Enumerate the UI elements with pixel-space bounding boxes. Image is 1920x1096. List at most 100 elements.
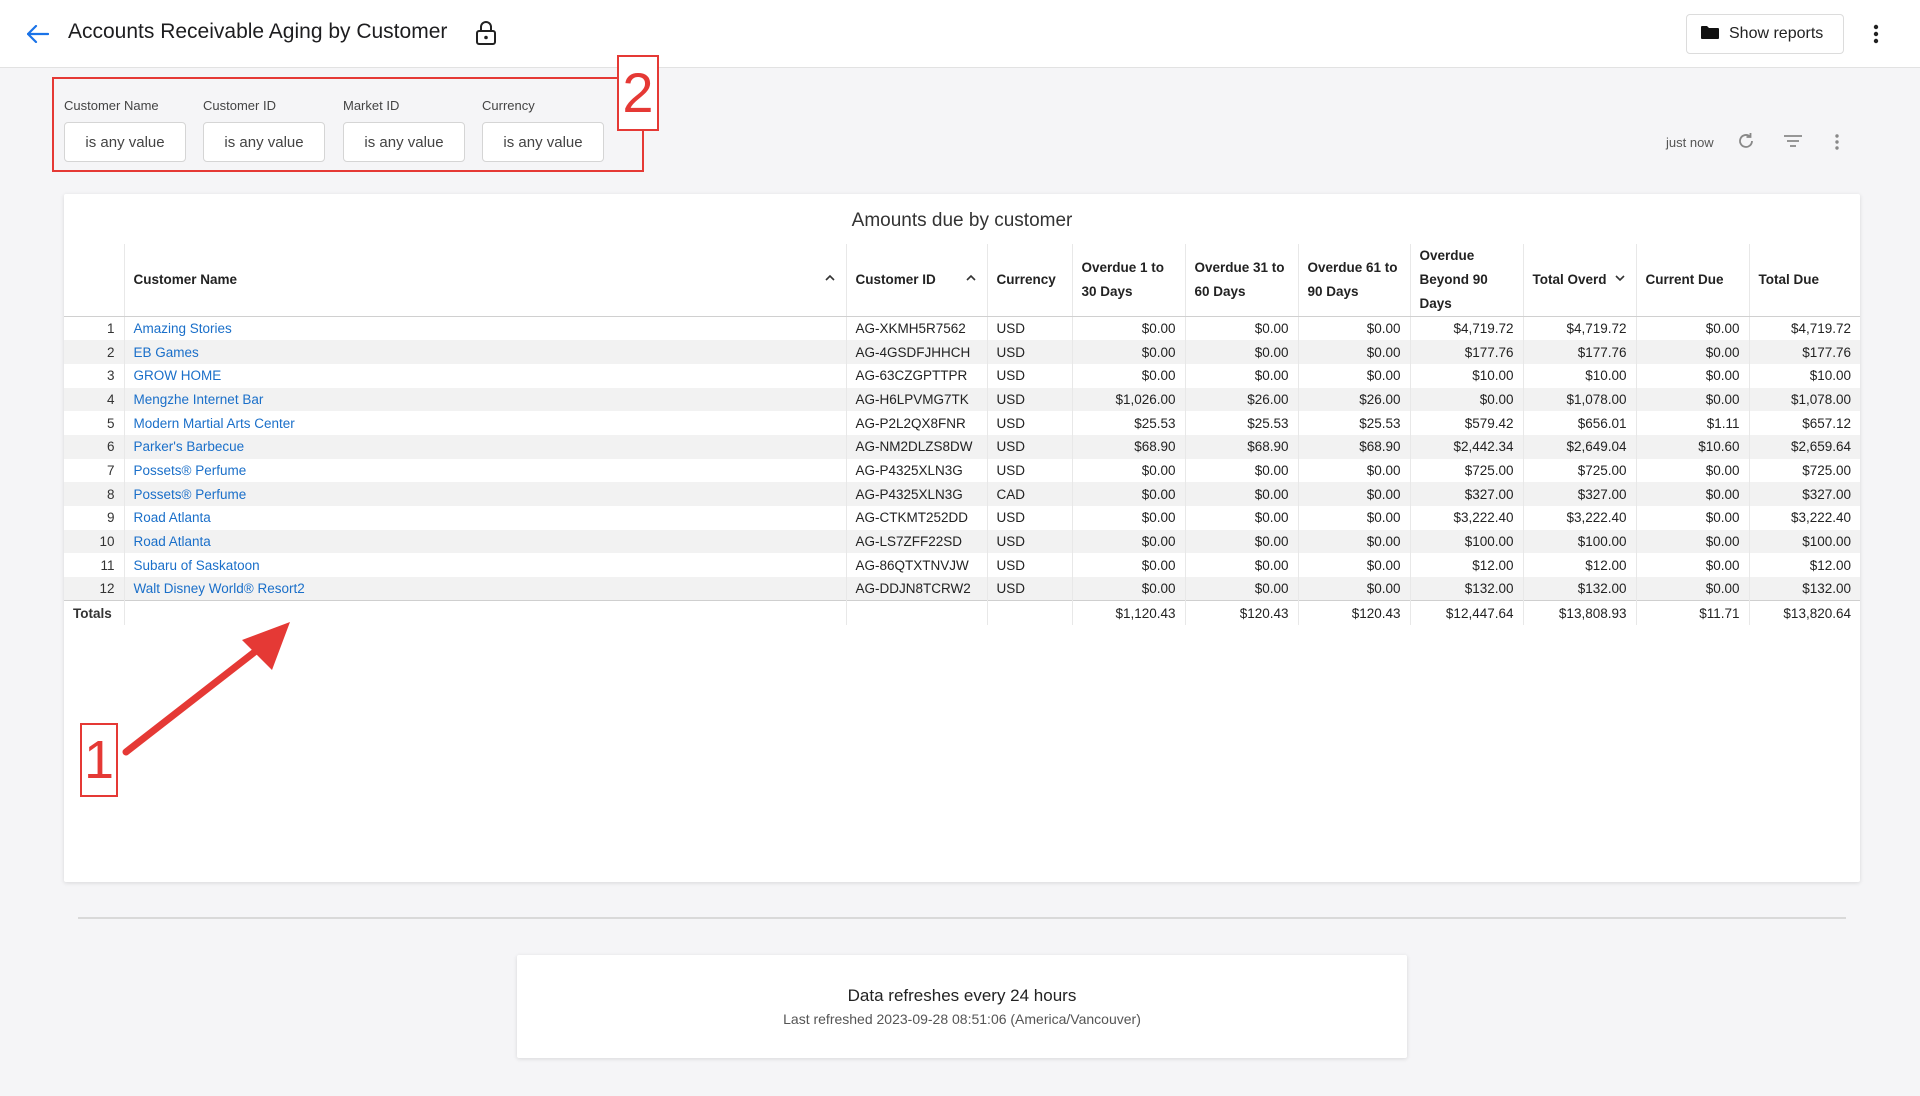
table-cell: $0.00 [1635, 340, 1749, 364]
table-cell: USD [986, 529, 1072, 554]
tile-options-icon[interactable] [1828, 131, 1846, 153]
column-header-customer-name[interactable]: Customer Name [123, 244, 846, 317]
column-header-overdue-1-30[interactable]: Overdue 1 to 30 Days [1071, 244, 1185, 317]
sort-asc-icon[interactable] [965, 272, 977, 284]
refresh-info-card: Data refreshes every 24 hours Last refre… [517, 955, 1407, 1058]
row-index: 2 [64, 340, 124, 364]
column-header-currency[interactable]: Currency [986, 244, 1072, 317]
customer-name-link[interactable]: Amazing Stories [123, 316, 846, 341]
customer-name-link[interactable]: EB Games [123, 340, 846, 364]
table-row: 9 Road Atlanta AG-CTKMT252DD USD $0.00 $0.00 $… [64, 506, 1860, 530]
column-header-total-overdue[interactable]: Total Overd [1522, 244, 1636, 317]
sort-asc-icon[interactable] [824, 272, 836, 284]
totals-cell [986, 600, 1072, 625]
table-cell: $0.00 [1071, 577, 1185, 601]
table-cell: $725.00 [1409, 458, 1523, 483]
table-row: 10 Road Atlanta AG-LS7ZFF22SD USD $0.00 $0.00… [64, 529, 1860, 554]
refresh-icon[interactable] [1736, 131, 1758, 153]
column-header-customer-id[interactable]: Customer ID [845, 244, 987, 317]
row-index: 9 [106, 510, 115, 526]
customer-name-link[interactable]: Subaru of Saskatoon [123, 553, 846, 578]
filter-customer-id: Customer ID is any value [203, 98, 325, 162]
table-cell: $0.00 [1297, 553, 1410, 578]
table-cell: $327.00 [1748, 482, 1860, 506]
customer-name-link[interactable]: Mengzhe Internet Bar [123, 387, 846, 412]
customer-name-link[interactable]: Walt Disney World® Resort2 [123, 577, 846, 601]
column-header-total-due[interactable]: Total Due [1748, 244, 1860, 317]
column-header-overdue-31-60[interactable]: Overdue 31 to 60 Days [1184, 244, 1298, 317]
table-cell: $1,026.00 [1071, 387, 1185, 412]
table-row: 3 GROW HOME AG-63CZGPTTPR USD $0.00 $0.00 $0.0… [64, 363, 1860, 388]
folder-icon [1701, 25, 1719, 44]
filter-customer-name: Customer Name is any value [64, 98, 186, 162]
table-cell: $12.00 [1522, 553, 1636, 578]
customer-name-link[interactable]: Possets® Perfume [123, 458, 846, 483]
sort-desc-icon[interactable] [1614, 272, 1626, 284]
table-cell: $0.00 [1297, 529, 1410, 554]
table-cell: $68.90 [1071, 434, 1185, 459]
customer-name-link[interactable]: Modern Martial Arts Center [123, 411, 846, 435]
table-cell: $0.00 [1184, 506, 1298, 530]
table-cell: $177.76 [1748, 340, 1860, 364]
filter-market-id: Market ID is any value [343, 98, 465, 162]
row-index: 11 [100, 557, 115, 573]
back-arrow-icon[interactable] [22, 18, 54, 50]
table-cell: $0.00 [1635, 553, 1749, 578]
table-cell: $1,078.00 [1748, 387, 1860, 412]
table-cell: $10.00 [1748, 363, 1860, 388]
show-reports-button[interactable]: Show reports [1686, 14, 1844, 54]
annotation-label-2: 2 [617, 55, 659, 131]
table-cell: $2,649.04 [1522, 434, 1636, 459]
customer-name-link[interactable]: Road Atlanta [123, 506, 846, 530]
totals-cell: $11.71 [1635, 600, 1749, 625]
table-cell: $0.00 [1184, 529, 1298, 554]
filter-label: Currency [482, 98, 535, 113]
filter-customer-name-button[interactable]: is any value [64, 122, 186, 162]
totals-cell: $120.43 [1184, 600, 1298, 625]
table-cell: $132.00 [1522, 577, 1636, 601]
table-cell: $0.00 [1635, 482, 1749, 506]
table-cell: $2,659.64 [1748, 434, 1860, 459]
lock-icon[interactable] [472, 18, 500, 48]
more-options-icon[interactable] [1862, 18, 1890, 50]
table-cell: USD [986, 387, 1072, 412]
table-cell: AG-86QTXTNVJW [845, 553, 987, 578]
customer-name-link[interactable]: Possets® Perfume [123, 482, 846, 506]
filter-market-id-button[interactable]: is any value [343, 122, 465, 162]
table-cell: $12.00 [1748, 553, 1860, 578]
customer-name-link[interactable]: Parker's Barbecue [123, 434, 846, 459]
table-cell: $327.00 [1409, 482, 1523, 506]
customer-name-link[interactable]: Road Atlanta [123, 529, 846, 554]
filter-label: Customer ID [203, 98, 276, 113]
table-cell: AG-P4325XLN3G [845, 458, 987, 483]
table-cell: $0.00 [1297, 506, 1410, 530]
table-cell: $4,719.72 [1748, 316, 1860, 341]
row-index: 12 [64, 577, 124, 601]
row-index: 10 [64, 529, 124, 554]
filter-currency-button[interactable]: is any value [482, 122, 604, 162]
table-cell: $0.00 [1297, 316, 1410, 341]
column-header-label: Customer ID [855, 272, 936, 287]
totals-cell: $13,808.93 [1522, 600, 1636, 625]
column-header-overdue-61-90[interactable]: Overdue 61 to 90 Days [1297, 244, 1410, 317]
column-header-overdue-beyond-90[interactable]: Overdue Beyond 90 Days [1409, 244, 1523, 317]
table-cell: $4,719.72 [1409, 316, 1523, 341]
customer-name-link[interactable]: GROW HOME [123, 363, 846, 388]
column-header-current-due[interactable]: Current Due [1635, 244, 1749, 317]
table-cell: $100.00 [1409, 529, 1523, 554]
table-cell: $327.00 [1522, 482, 1636, 506]
table-cell: USD [986, 363, 1072, 388]
row-index: 5 [106, 415, 115, 431]
table-cell: USD [986, 316, 1072, 341]
totals-cell: $13,820.64 [1748, 600, 1860, 625]
filter-label: Market ID [343, 98, 400, 113]
table-cell: AG-P4325XLN3G [845, 482, 987, 506]
filter-lines-icon[interactable] [1783, 133, 1805, 153]
table-cell: $1.11 [1635, 411, 1749, 435]
filter-customer-id-button[interactable]: is any value [203, 122, 325, 162]
table-cell: $3,222.40 [1748, 506, 1860, 530]
table-cell: $0.00 [1184, 316, 1298, 341]
table-cell: $0.00 [1184, 577, 1298, 601]
app-header: Accounts Receivable Aging by Customer Sh… [0, 0, 1920, 68]
table-cell: $100.00 [1522, 529, 1636, 554]
